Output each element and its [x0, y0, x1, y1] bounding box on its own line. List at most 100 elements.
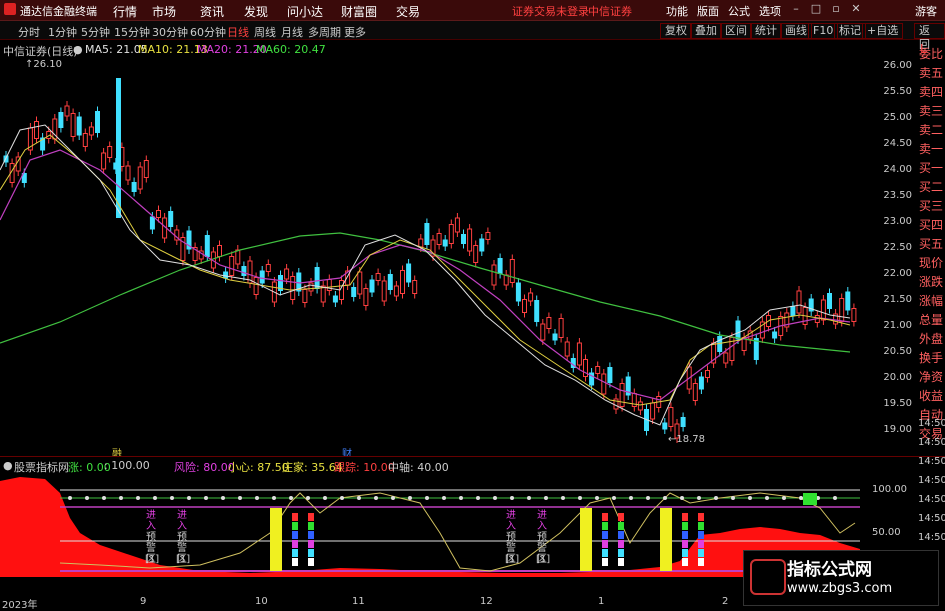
side-panel-item[interactable]: 换手	[918, 352, 944, 365]
period-60min[interactable]: 60分钟	[190, 24, 226, 40]
period-1min[interactable]: 1分钟	[48, 24, 77, 40]
indicator-dot	[391, 496, 395, 500]
candle	[308, 282, 314, 292]
side-panel-item[interactable]: 卖四	[918, 86, 944, 99]
color-signal-block	[682, 513, 688, 521]
color-signal-block	[698, 549, 704, 557]
toolbar-stats[interactable]: 统计	[750, 23, 782, 39]
watermark-url: www.zbgs3.com	[787, 581, 893, 596]
candle	[125, 165, 131, 181]
menu-options[interactable]: 选项	[759, 3, 781, 19]
menu-function[interactable]: 功能	[666, 3, 688, 19]
period-15min[interactable]: 15分钟	[114, 24, 150, 40]
menu-item-trade[interactable]: 交易	[396, 3, 420, 20]
menu-item-discover[interactable]: 发现	[244, 3, 268, 20]
candle	[558, 318, 564, 338]
price-axis-label: 19.00	[883, 424, 912, 435]
color-signal-block	[602, 558, 608, 566]
menu-item-news[interactable]: 资讯	[200, 3, 224, 20]
indicator-dot	[799, 496, 803, 500]
period-multi[interactable]: 多周期	[308, 24, 341, 40]
candle	[235, 249, 241, 265]
side-panel-item[interactable]: 卖五	[918, 67, 944, 80]
side-panel-item[interactable]: 涨跌	[918, 276, 944, 289]
candle	[827, 293, 832, 309]
side-panel-item[interactable]: 外盘	[918, 333, 944, 346]
restore-icon[interactable]: □	[810, 3, 822, 15]
indicator-dot	[527, 496, 531, 500]
candle	[705, 370, 710, 378]
candle	[168, 211, 174, 227]
time-column-item: 14:50	[918, 532, 945, 543]
entry-warning-label: 预	[177, 532, 187, 543]
side-panel-item[interactable]: 收益	[918, 390, 944, 403]
indicator-plot[interactable]	[0, 473, 860, 595]
side-panel-item[interactable]: 涨幅	[918, 295, 944, 308]
period-more[interactable]: 更多	[344, 24, 366, 40]
candle	[479, 238, 485, 252]
menu-item-quotes[interactable]: 行情	[113, 3, 137, 20]
minimize-icon[interactable]: –	[790, 3, 802, 15]
high-price-marker: ↑26.10	[25, 59, 63, 70]
indicator-settings-icon[interactable]: ●	[3, 459, 13, 472]
indicator-dot	[561, 496, 565, 500]
guest-label[interactable]: 游客	[915, 3, 937, 19]
candle	[436, 233, 442, 245]
app-title: 通达信金融终端	[20, 5, 97, 18]
indicator-dot	[306, 496, 310, 500]
toolbar-adjust[interactable]: 复权	[660, 23, 692, 39]
period-daily[interactable]: 日线	[227, 24, 249, 40]
indicator-dot	[442, 496, 446, 500]
period-monthly[interactable]: 月线	[281, 24, 303, 40]
side-panel-item[interactable]: 买三	[918, 200, 944, 213]
indicator-dot	[833, 496, 837, 500]
side-panel-item[interactable]: 总量	[918, 314, 944, 327]
time-axis-label: 12	[480, 596, 493, 607]
period-5min[interactable]: 5分钟	[81, 24, 110, 40]
menu-item-ask[interactable]: 问小达	[287, 3, 323, 20]
color-signal-block	[618, 522, 624, 530]
period-timeshare[interactable]: 分时	[18, 24, 40, 40]
menu-layout[interactable]: 版面	[697, 3, 719, 19]
side-panel-item[interactable]: 买五	[918, 238, 944, 251]
side-panel-item[interactable]: 现价	[918, 257, 944, 270]
indicator-dot	[357, 496, 361, 500]
menu-formula[interactable]: 公式	[728, 3, 750, 19]
price-axis-label: 23.50	[883, 190, 912, 201]
toolbar-back[interactable]: 返回	[914, 23, 945, 51]
toolbar-overlay[interactable]: 叠加	[690, 23, 722, 39]
menu-item-wealth[interactable]: 财富圈	[341, 3, 377, 20]
candle	[284, 268, 290, 280]
period-weekly[interactable]: 周线	[254, 24, 276, 40]
side-panel-item[interactable]: 买二	[918, 181, 944, 194]
side-panel-item[interactable]: 买四	[918, 219, 944, 232]
color-signal-block	[308, 549, 314, 557]
side-panel-item[interactable]: 卖二	[918, 124, 944, 137]
main-chart[interactable]: 中信证券(日线) ● MA5: 21.05 MA10: 21.13 MA20: …	[0, 40, 945, 460]
candle	[88, 126, 94, 136]
side-panel-item[interactable]: 卖三	[918, 105, 944, 118]
candle	[692, 383, 698, 401]
candle	[229, 256, 235, 276]
low-price-marker: ←18.78	[668, 434, 706, 445]
side-panel-item[interactable]: 卖一	[918, 143, 944, 156]
login-warning[interactable]: 证券交易未登录	[512, 3, 589, 19]
indicator-dot	[119, 496, 123, 500]
candlestick-plot[interactable]	[0, 40, 860, 456]
side-panel-item[interactable]: 买一	[918, 162, 944, 175]
indicator-red-area	[0, 477, 860, 577]
toolbar-add-favorite[interactable]: +自选	[862, 23, 904, 39]
toolbar-range[interactable]: 区间	[720, 23, 752, 39]
indicator-dot	[612, 496, 616, 500]
candle	[454, 217, 460, 233]
maximize-icon[interactable]: ▫	[830, 3, 842, 15]
period-30min[interactable]: 30分钟	[152, 24, 188, 40]
broker-name[interactable]: 中信证券	[588, 3, 632, 19]
candle	[217, 245, 222, 257]
close-icon[interactable]: ✕	[850, 3, 862, 15]
color-signal-block	[308, 558, 314, 566]
menu-item-market[interactable]: 市场	[152, 3, 176, 20]
time-column-item: 14:50	[918, 475, 945, 486]
candle	[668, 407, 674, 427]
side-panel-item[interactable]: 净资	[918, 371, 944, 384]
